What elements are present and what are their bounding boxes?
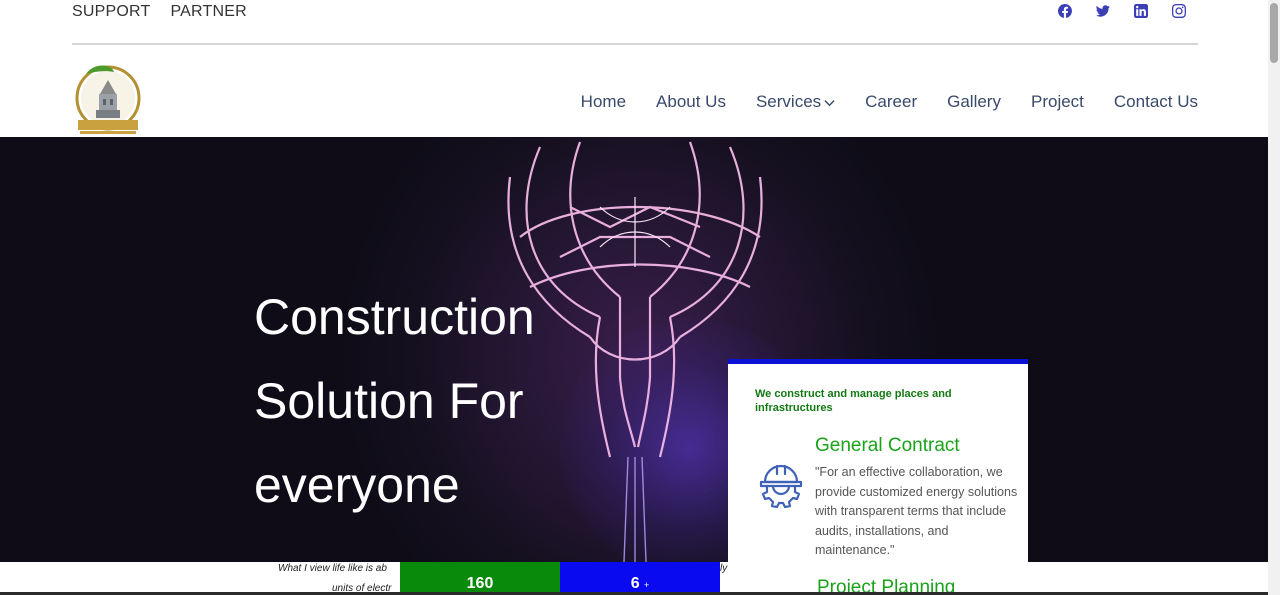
hero-banner: Construction Solution For everyone <box>0 137 1268 562</box>
page-scrollbar[interactable] <box>1268 0 1280 595</box>
hero-line-1: Construction <box>254 289 535 345</box>
hard-hat-gear-icon <box>756 460 806 510</box>
card-eyebrow: We construct and manage places and infra… <box>755 388 952 414</box>
service-title[interactable]: General Contract <box>815 435 960 457</box>
support-link[interactable]: SUPPORT <box>72 3 150 21</box>
stat-value: 160 <box>466 575 494 592</box>
stat-counter: 160 <box>400 562 560 595</box>
nav-home[interactable]: Home <box>581 92 626 112</box>
nav-gallery[interactable]: Gallery <box>947 92 1001 112</box>
nav-contact-us[interactable]: Contact Us <box>1114 92 1198 112</box>
hero-title: Construction Solution For everyone <box>254 275 535 527</box>
instagram-icon[interactable] <box>1172 4 1186 18</box>
nav-services[interactable]: Services <box>756 92 835 112</box>
nav-project[interactable]: Project <box>1031 92 1084 112</box>
company-logo[interactable] <box>72 64 144 136</box>
partner-link[interactable]: PARTNER <box>170 3 246 21</box>
stat-counter: 6 + <box>560 562 720 595</box>
twitter-icon[interactable] <box>1096 4 1110 18</box>
linkedin-icon[interactable] <box>1134 4 1148 18</box>
nav-services-label: Services <box>755 92 822 111</box>
main-navbar: Home About Us Services Career Gallery Pr… <box>0 46 1268 137</box>
service-description: "For an effective collaboration, we prov… <box>815 465 1018 557</box>
top-links: SUPPORT PARTNER <box>72 3 247 21</box>
social-links <box>1058 4 1186 18</box>
hero-line-2: Solution For <box>254 373 524 429</box>
facebook-icon[interactable] <box>1058 4 1072 18</box>
top-divider <box>72 43 1198 45</box>
stat-suffix: + <box>644 580 650 590</box>
chevron-down-icon <box>824 99 835 106</box>
top-bar: SUPPORT PARTNER <box>0 0 1268 46</box>
hero-line-3: everyone <box>254 457 460 513</box>
scrollbar-thumb[interactable] <box>1270 3 1278 63</box>
nav-about-us[interactable]: About Us <box>656 92 726 112</box>
primary-nav: Home About Us Services Career Gallery Pr… <box>581 92 1198 112</box>
stat-value: 6 <box>630 575 640 592</box>
services-card: We construct and manage places and infra… <box>728 359 1028 595</box>
nav-career[interactable]: Career <box>865 92 917 112</box>
